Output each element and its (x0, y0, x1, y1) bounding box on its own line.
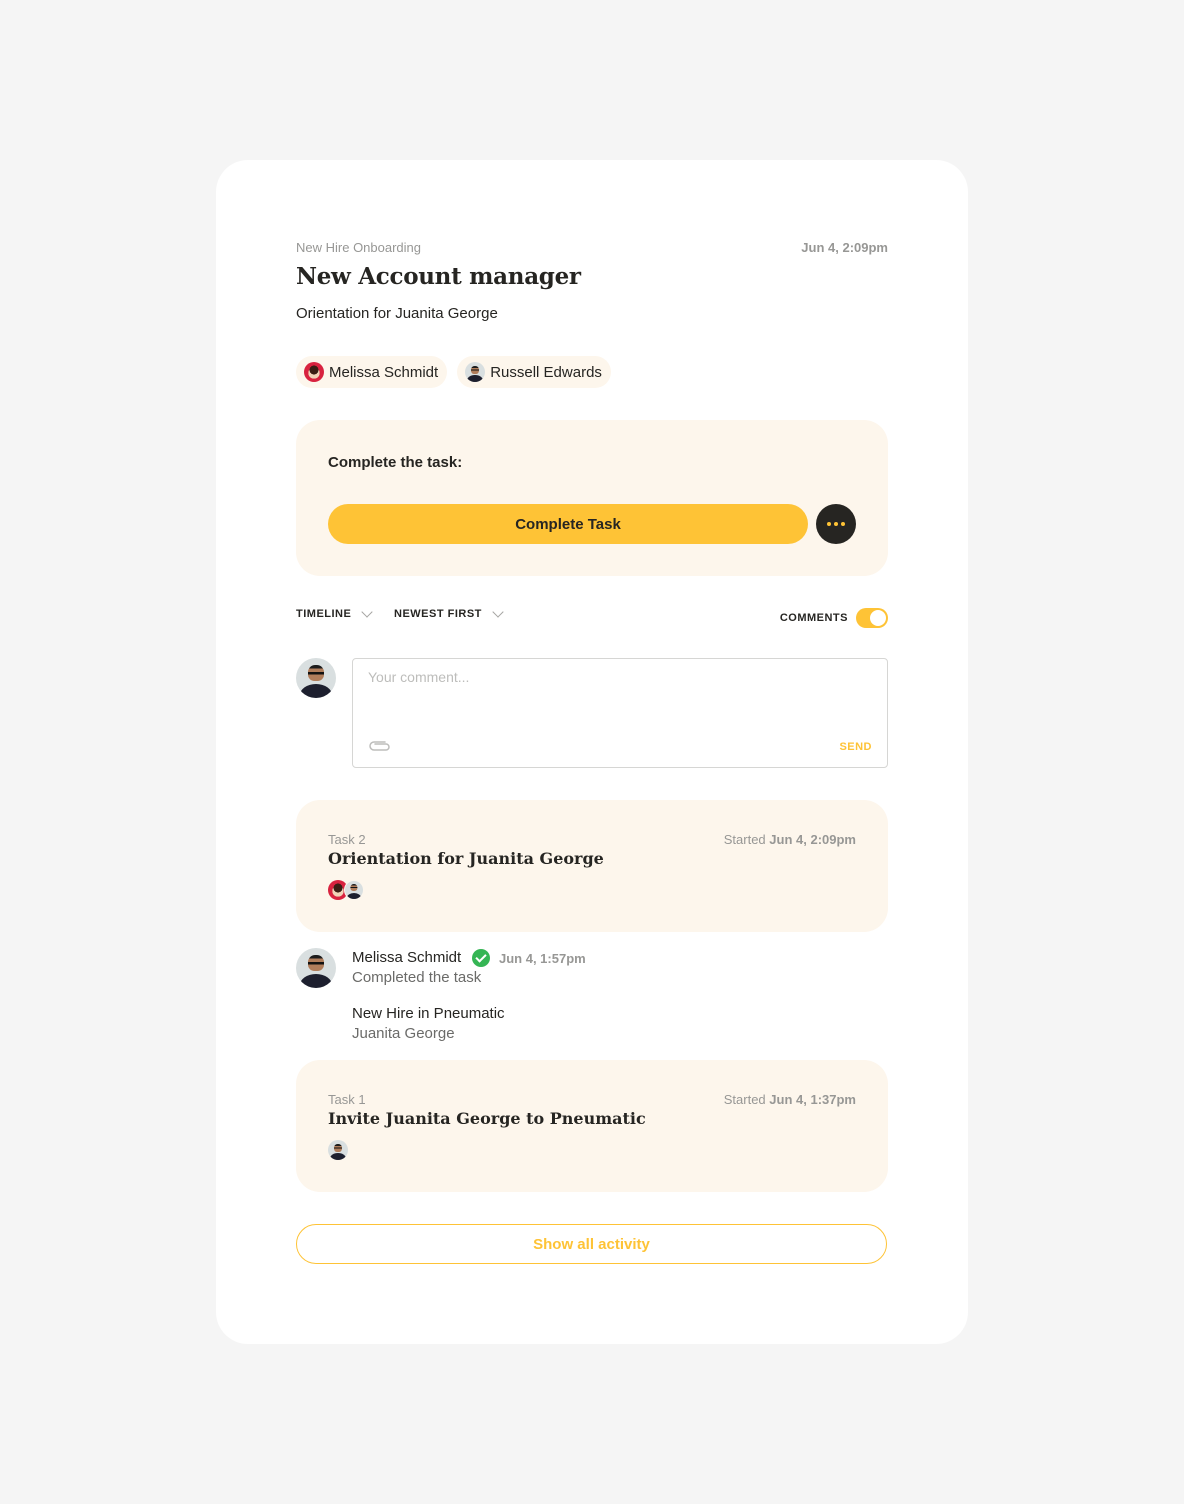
performer-chip[interactable]: Russell Edwards (457, 356, 611, 388)
timeline-filter-dropdown[interactable]: TIMELINE (296, 606, 374, 620)
started-prefix: Started (723, 1092, 766, 1107)
more-dots-icon (827, 522, 845, 526)
performer-name: Melissa Schmidt (329, 363, 439, 381)
task-number: Task 1 (328, 1092, 366, 1107)
avatar (304, 362, 324, 382)
task-performers (328, 880, 364, 900)
activity-field-value: Juanita George (352, 1025, 455, 1042)
comments-toggle-label: COMMENTS (779, 612, 848, 624)
activity-user-name: Melissa Schmidt (352, 949, 462, 966)
chevron-down-icon (361, 606, 374, 618)
comment-composer: SEND (296, 658, 888, 768)
current-user-avatar (296, 658, 336, 698)
task-date: Jun 4, 2:09pm (801, 240, 888, 255)
task-title-link[interactable]: Invite Juanita George to Pneumatic (328, 1109, 646, 1128)
task-started: Started Jun 4, 1:37pm (724, 1092, 856, 1107)
complete-task-panel: Complete the task: Complete Task (296, 420, 888, 576)
activity-item: Melissa Schmidt Jun 4, 1:57pm Completed … (296, 948, 888, 1048)
timeline-task-card: Task 2 Started Jun 4, 2:09pm Orientation… (296, 800, 888, 932)
started-prefix: Started (723, 832, 766, 847)
comments-toggle-group: COMMENTS (780, 608, 888, 628)
performer-chip[interactable]: Melissa Schmidt (296, 356, 448, 388)
task-header: New Hire Onboarding Jun 4, 2:09pm (296, 240, 888, 256)
check-circle-icon (472, 949, 490, 967)
task-performers (328, 1140, 348, 1160)
complete-task-label: Complete the task: (328, 454, 463, 471)
sort-label: NEWEST FIRST (394, 608, 482, 620)
timeline-task-card: Task 1 Started Jun 4, 1:37pm Invite Juan… (296, 1060, 888, 1192)
avatar (465, 362, 486, 382)
started-date: Jun 4, 1:37pm (769, 1092, 856, 1107)
avatar (344, 880, 364, 900)
comments-toggle[interactable] (856, 608, 888, 628)
task-subtitle: Orientation for Juanita George (296, 305, 498, 322)
task-card-container: New Hire Onboarding Jun 4, 2:09pm New Ac… (216, 160, 968, 1344)
chevron-down-icon (492, 606, 504, 618)
started-date: Jun 4, 2:09pm (769, 832, 856, 847)
activity-time: Jun 4, 1:57pm (499, 951, 586, 966)
workflow-breadcrumb[interactable]: New Hire Onboarding (296, 240, 421, 255)
comment-input[interactable] (368, 669, 868, 729)
activity-field-label: New Hire in Pneumatic (352, 1005, 505, 1022)
task-started: Started Jun 4, 2:09pm (724, 832, 856, 847)
performers-list: Melissa Schmidt Russell Edwards (296, 356, 611, 388)
avatar (328, 1140, 348, 1160)
complete-task-button[interactable]: Complete Task (328, 504, 808, 544)
show-all-activity-button[interactable]: Show all activity (296, 1224, 887, 1264)
more-options-button[interactable] (816, 504, 856, 544)
task-number: Task 2 (328, 832, 366, 847)
comment-box: SEND (352, 658, 888, 768)
task-title-link[interactable]: Orientation for Juanita George (328, 849, 604, 868)
paperclip-icon[interactable] (369, 741, 391, 753)
timeline-filter-label: TIMELINE (296, 608, 352, 620)
sort-dropdown[interactable]: NEWEST FIRST (394, 606, 504, 620)
activity-user-avatar (296, 948, 336, 988)
send-button[interactable]: SEND (839, 741, 872, 753)
page-title: New Account manager (296, 263, 581, 290)
performer-name: Russell Edwards (490, 363, 602, 381)
activity-description: Completed the task (352, 969, 482, 986)
timeline-filters: TIMELINE NEWEST FIRST COMMENTS (296, 606, 888, 628)
